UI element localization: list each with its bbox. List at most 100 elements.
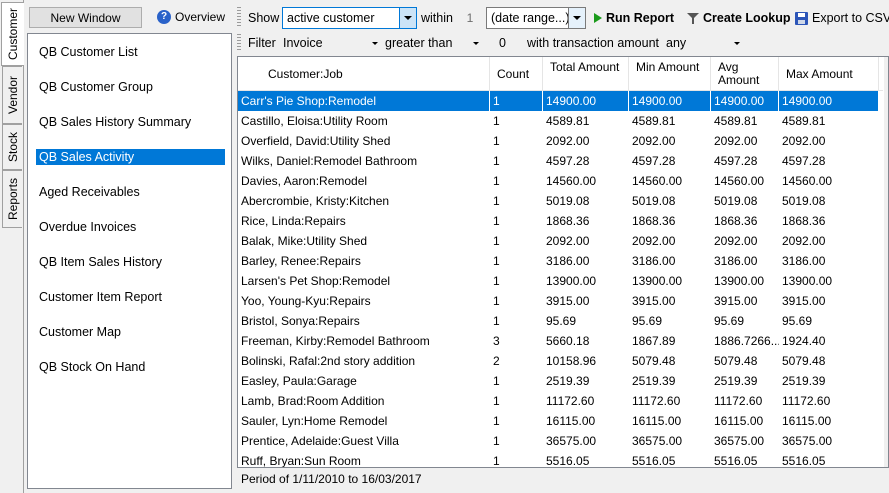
cell-count: 1 bbox=[493, 234, 500, 248]
col-count[interactable]: Count bbox=[490, 57, 543, 91]
cell-total-amount: 5660.18 bbox=[546, 334, 590, 348]
table-row[interactable]: Balak, Mike:Utility Shed 1 2092.00 2092.00 2… bbox=[238, 231, 878, 251]
cell-customer-job: Davies, Aaron:Remodel bbox=[241, 174, 368, 188]
table-row[interactable]: Castillo, Eloisa:Utility Room 1 4589.81 458… bbox=[238, 111, 878, 131]
cell-avg-amount: 1868.36 bbox=[714, 214, 758, 228]
cell-customer-job: Wilks, Daniel:Remodel Bathroom bbox=[241, 154, 418, 168]
within-label: within bbox=[421, 11, 453, 25]
table-row[interactable]: Larsen's Pet Shop:Remodel 1 13900.00 13900.… bbox=[238, 271, 878, 291]
export-csv-button[interactable]: Export to CSV bbox=[795, 8, 889, 28]
date-range-select[interactable]: (date range...) bbox=[486, 7, 586, 29]
tab-reports[interactable]: Reports bbox=[2, 170, 22, 228]
report-item-overdue-invoices[interactable]: Overdue Invoices bbox=[36, 219, 139, 235]
cell-customer-job: Ruff, Bryan:Sun Room bbox=[241, 454, 361, 468]
report-item-qb-stock-on-hand[interactable]: QB Stock On Hand bbox=[36, 359, 148, 375]
cell-avg-amount: 1886.7266... bbox=[714, 334, 779, 348]
filter-type-value: Invoice bbox=[283, 36, 323, 50]
table-row[interactable]: Prentice, Adelaide:Guest Villa 1 36575.00 3… bbox=[238, 431, 878, 451]
table-row[interactable]: Easley, Paula:Garage 1 2519.39 2519.39 2519.… bbox=[238, 371, 878, 391]
period-status: Period of 1/11/2010 to 16/03/2017 bbox=[241, 472, 422, 486]
filter-operator-select[interactable]: greater than bbox=[383, 34, 483, 52]
cell-total-amount: 4589.81 bbox=[546, 114, 590, 128]
cell-max-amount: 11172.60 bbox=[782, 394, 831, 408]
chevron-down-icon[interactable] bbox=[372, 42, 378, 45]
table-row[interactable]: Abercrombie, Kristy:Kitchen 1 5019.08 5019.… bbox=[238, 191, 878, 211]
table-row[interactable]: Barley, Renee:Repairs 1 3186.00 3186.00 3186… bbox=[238, 251, 878, 271]
filter-label: Filter bbox=[248, 36, 276, 50]
cell-total-amount: 2092.00 bbox=[546, 134, 590, 148]
cell-count: 1 bbox=[493, 374, 500, 388]
table-row[interactable]: Bristol, Sonya:Repairs 1 95.69 95.69 95.69 95… bbox=[238, 311, 878, 331]
within-number[interactable]: 1 bbox=[460, 8, 480, 28]
chevron-down-icon[interactable] bbox=[734, 42, 740, 45]
cell-max-amount: 3186.00 bbox=[782, 254, 826, 268]
cell-max-amount: 5516.05 bbox=[782, 454, 826, 468]
table-row[interactable]: Ruff, Bryan:Sun Room 1 5516.05 5516.05 5516.… bbox=[238, 451, 878, 468]
cell-max-amount: 1868.36 bbox=[782, 214, 826, 228]
cell-avg-amount: 14900.00 bbox=[711, 91, 779, 111]
cell-customer-job: Overfield, David:Utility Shed bbox=[241, 134, 391, 148]
table-row[interactable]: Overfield, David:Utility Shed 1 2092.00 209… bbox=[238, 131, 878, 151]
run-report-button[interactable]: Run Report bbox=[594, 8, 674, 28]
cell-customer-job: Prentice, Adelaide:Guest Villa bbox=[241, 434, 399, 448]
create-lookup-button[interactable]: Create Lookup bbox=[687, 8, 791, 28]
filter-grip[interactable] bbox=[237, 34, 241, 50]
chevron-down-icon[interactable] bbox=[473, 42, 479, 45]
chevron-down-icon[interactable] bbox=[568, 8, 585, 28]
report-list[interactable]: QB Customer List QB Customer Group QB Sa… bbox=[27, 33, 232, 489]
cell-customer-job: Balak, Mike:Utility Shed bbox=[241, 234, 368, 248]
table-row[interactable]: Sauler, Lyn:Home Remodel 1 16115.00 16115.0… bbox=[238, 411, 878, 431]
cell-max-amount: 14900.00 bbox=[782, 94, 833, 108]
table-row[interactable]: Freeman, Kirby:Remodel Bathroom 3 5660.18 1… bbox=[238, 331, 878, 351]
col-avg-amount[interactable]: Avg Amount bbox=[711, 57, 779, 91]
cell-avg-amount: 5019.08 bbox=[714, 194, 758, 208]
col-customer-job[interactable]: Customer:Job bbox=[238, 57, 490, 91]
table-row[interactable]: Bolinski, Rafal:2nd story addition 2 10158… bbox=[238, 351, 878, 371]
cell-min-amount: 5019.08 bbox=[632, 194, 676, 208]
cell-total-amount: 2092.00 bbox=[546, 234, 590, 248]
col-max-amount[interactable]: Max Amount bbox=[779, 57, 879, 91]
report-item-qb-sales-activity[interactable]: QB Sales Activity bbox=[36, 149, 225, 165]
chevron-down-icon[interactable] bbox=[399, 8, 416, 28]
cell-min-amount: 16115.00 bbox=[632, 414, 682, 428]
grid-scrollbar[interactable] bbox=[884, 57, 888, 467]
cell-max-amount: 4597.28 bbox=[782, 154, 826, 168]
report-item-aged-receivables[interactable]: Aged Receivables bbox=[36, 184, 143, 200]
toolbar-grip[interactable] bbox=[237, 7, 241, 27]
report-item-qb-customer-group[interactable]: QB Customer Group bbox=[36, 79, 156, 95]
cell-count: 2 bbox=[493, 354, 500, 368]
cell-avg-amount: 2519.39 bbox=[714, 374, 758, 388]
filter-type-select[interactable]: Invoice bbox=[281, 34, 382, 52]
cell-max-amount: 2092.00 bbox=[782, 134, 826, 148]
tab-customer[interactable]: Customer bbox=[1, 2, 24, 66]
cell-min-amount: 2519.39 bbox=[632, 374, 676, 388]
cell-max-amount: 16115.00 bbox=[782, 414, 832, 428]
cell-min-amount: 36575.00 bbox=[632, 434, 683, 448]
table-row[interactable]: Carr's Pie Shop:Remodel 1 14900.00 14900.00… bbox=[238, 91, 878, 111]
amount-any-select[interactable]: any bbox=[664, 34, 744, 52]
overview-link[interactable]: ? Overview bbox=[157, 10, 225, 24]
col-total-amount[interactable]: Total Amount bbox=[543, 57, 629, 91]
report-item-customer-item-report[interactable]: Customer Item Report bbox=[36, 289, 165, 305]
cell-total-amount: 5516.05 bbox=[546, 454, 590, 468]
filter-amount-input[interactable]: 0 bbox=[499, 36, 506, 50]
cell-min-amount: 4597.28 bbox=[632, 154, 676, 168]
new-window-button[interactable]: New Window bbox=[29, 7, 142, 28]
table-row[interactable]: Wilks, Daniel:Remodel Bathroom 1 4597.28 45… bbox=[238, 151, 878, 171]
table-row[interactable]: Davies, Aaron:Remodel 1 14560.00 14560.00 14… bbox=[238, 171, 878, 191]
tab-stock[interactable]: Stock bbox=[2, 124, 22, 170]
report-item-customer-map[interactable]: Customer Map bbox=[36, 324, 124, 340]
col-min-amount[interactable]: Min Amount bbox=[629, 57, 711, 91]
table-row[interactable]: Lamb, Brad:Room Addition 1 11172.60 11172.6… bbox=[238, 391, 878, 411]
tab-vendor[interactable]: Vendor bbox=[2, 66, 22, 124]
cell-min-amount: 13900.00 bbox=[632, 274, 683, 288]
table-row[interactable]: Rice, Linda:Repairs 1 1868.36 1868.36 1868.3… bbox=[238, 211, 878, 231]
report-item-qb-item-sales-history[interactable]: QB Item Sales History bbox=[36, 254, 165, 270]
report-item-qb-customer-list[interactable]: QB Customer List bbox=[36, 44, 141, 60]
report-grid[interactable]: Customer:Job Count Total Amount Min Amou… bbox=[237, 56, 889, 468]
show-select[interactable]: active customer bbox=[282, 7, 417, 29]
tab-customer-label: Customer bbox=[6, 7, 20, 61]
table-row[interactable]: Yoo, Young-Kyu:Repairs 1 3915.00 3915.00 391… bbox=[238, 291, 878, 311]
save-disk-icon bbox=[795, 11, 808, 25]
report-item-qb-sales-history-summary[interactable]: QB Sales History Summary bbox=[36, 114, 194, 130]
